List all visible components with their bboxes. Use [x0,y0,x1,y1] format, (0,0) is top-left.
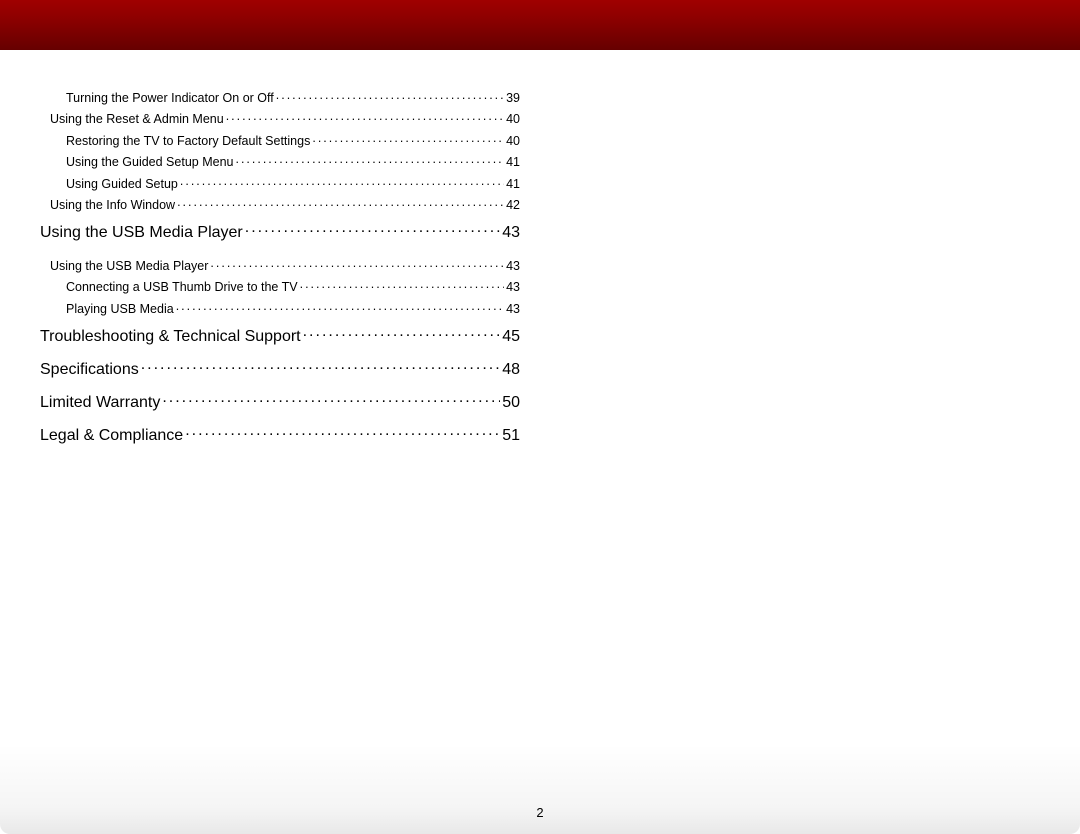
toc-entry-label: Using Guided Setup [66,177,178,191]
toc-entry-page: 51 [502,427,520,445]
toc-entry-label: Using the Info Window [50,198,175,212]
toc-entry-page: 41 [506,155,520,169]
toc-entry-page: 48 [502,361,520,379]
toc-entry: Using the Guided Setup Menu 41 [40,151,520,173]
toc-entry-page: 43 [506,280,520,294]
toc-entry-label: Using the Reset & Admin Menu [50,112,224,126]
toc-leader-dots [300,279,504,292]
toc-entry: Using the USB Media Player 43 [40,254,520,276]
toc-entry: Using Guided Setup 41 [40,172,520,194]
page-number: 2 [0,805,1080,820]
toc-leader-dots [185,424,500,440]
toc-entry-label: Troubleshooting & Technical Support [40,328,301,346]
toc-leader-dots [180,175,504,188]
toc-entry-page: 40 [506,134,520,148]
toc-entry-label: Using the USB Media Player [40,224,243,242]
toc-entry-label: Using the Guided Setup Menu [66,155,233,169]
toc-entry-page: 43 [506,259,520,273]
toc-entry-label: Connecting a USB Thumb Drive to the TV [66,280,298,294]
toc-leader-dots [245,221,500,237]
toc-leader-dots [141,358,500,374]
toc-entry-page: 43 [506,302,520,316]
toc-entry: Troubleshooting & Technical Support 45 [40,319,520,352]
toc-leader-dots [312,132,504,145]
toc-entry: Using the Reset & Admin Menu 40 [40,108,520,130]
toc-entry-page: 39 [506,91,520,105]
toc-leader-dots [303,325,501,341]
toc-entry: Connecting a USB Thumb Drive to the TV 43 [40,276,520,298]
toc-leader-dots [276,89,504,102]
toc-leader-dots [235,154,504,167]
toc-entry-label: Specifications [40,361,139,379]
toc-leader-dots [176,300,504,313]
toc-leader-dots [226,111,504,124]
toc-entry-page: 50 [502,394,520,412]
toc-entry-page: 45 [502,328,520,346]
header-band [0,0,1080,50]
toc-entry-label: Legal & Compliance [40,427,183,445]
toc-entry: Specifications 48 [40,352,520,385]
toc-entry-label: Limited Warranty [40,394,160,412]
toc-entry-page: 42 [506,198,520,212]
toc-column: Turning the Power Indicator On or Off 39 U… [0,50,560,451]
toc-entry: Legal & Compliance 51 [40,418,520,451]
toc-entry-label: Using the USB Media Player [50,259,208,273]
toc-entry-label: Restoring the TV to Factory Default Sett… [66,134,310,148]
toc-leader-dots [177,197,504,210]
toc-entry-page: 40 [506,112,520,126]
toc-entry: Using the USB Media Player 43 [40,215,520,248]
toc-entry-label: Playing USB Media [66,302,174,316]
toc-leader-dots [162,391,500,407]
toc-entry-page: 43 [502,224,520,242]
toc-entry-label: Turning the Power Indicator On or Off [66,91,274,105]
toc-entry: Limited Warranty 50 [40,385,520,418]
toc-entry: Using the Info Window 42 [40,194,520,216]
toc-entry: Playing USB Media 43 [40,297,520,319]
toc-leader-dots [210,257,504,270]
toc-entry: Restoring the TV to Factory Default Sett… [40,129,520,151]
toc-entry: Turning the Power Indicator On or Off 39 [40,86,520,108]
page-bottom-shadow [0,744,1080,834]
toc-entry-page: 41 [506,177,520,191]
